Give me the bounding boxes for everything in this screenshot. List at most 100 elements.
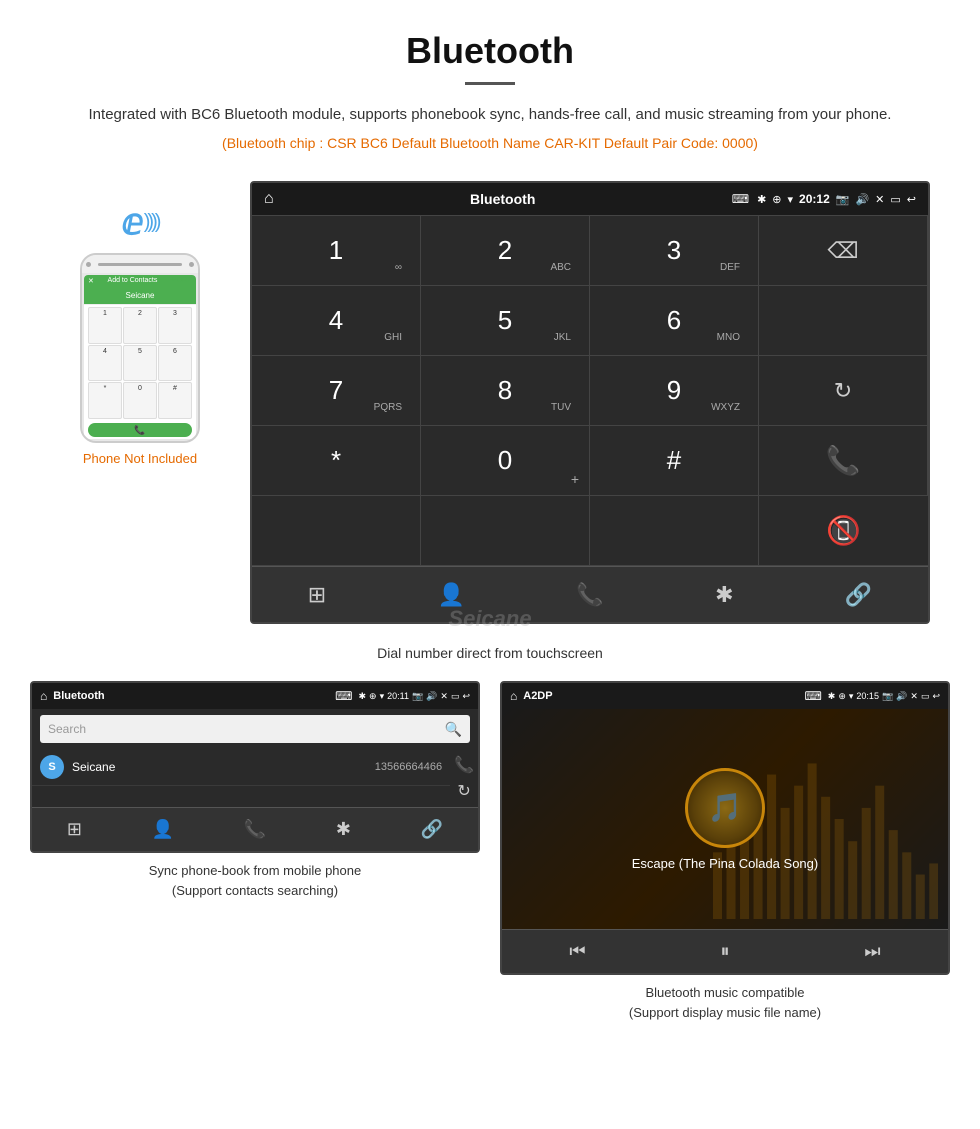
pb-search-bar[interactable]: Search 🔍 (40, 715, 470, 743)
phone-key-3: 3 (158, 307, 192, 344)
nav-phone-icon[interactable]: 📞 (560, 574, 619, 616)
music-content-area: 🎵 Escape (The Pina Colada Song) (502, 709, 948, 929)
pb-usb-icon: ⌨ (335, 689, 352, 703)
pb-nav-link[interactable]: 🔗 (421, 819, 443, 840)
phone-top-bar (82, 255, 198, 273)
phonebook-screen: ⌂ Bluetooth ⌨ ✱ ⊕ ▾ 20:11 📷 🔊 ✕ ▭ ↩ Sear… (30, 681, 480, 853)
phone-header-left: ✕ (88, 277, 94, 285)
dial-refresh-button[interactable]: ↻ (759, 356, 928, 426)
window-icon[interactable]: ▭ (890, 193, 900, 206)
dial-key-6[interactable]: 6MNO (590, 286, 759, 356)
nav-contacts-icon[interactable]: 👤 (422, 574, 481, 616)
status-icons: ✱ ⊕ ▾ 20:12 📷 🔊 ✕ ▭ ↩ (757, 192, 916, 206)
pb-title: Bluetooth (53, 690, 329, 702)
dial-key-star[interactable]: * (252, 426, 421, 496)
dial-empty-3 (421, 496, 590, 566)
pb-search-placeholder: Search (48, 722, 441, 736)
dial-key-3[interactable]: 3DEF (590, 216, 759, 286)
phone-call-button[interactable]: 📞 (88, 423, 192, 437)
nav-link-icon[interactable]: 🔗 (829, 574, 888, 616)
dial-key-8[interactable]: 8TUV (421, 356, 590, 426)
pb-time: 20:11 (387, 691, 409, 701)
phonebook-card: ⌂ Bluetooth ⌨ ✱ ⊕ ▾ 20:11 📷 🔊 ✕ ▭ ↩ Sear… (30, 681, 480, 1022)
pb-bottom-nav: ⊞ 👤 📞 ✱ 🔗 (32, 807, 478, 851)
pb-search-icon[interactable]: 🔍 (445, 721, 462, 738)
nav-bluetooth-icon[interactable]: ✱ (699, 574, 749, 616)
play-pause-button[interactable]: ⏸ (720, 941, 729, 962)
phone-key-4: 4 (88, 345, 122, 382)
wifi-status-icon: ▾ (788, 193, 794, 206)
music-home-icon[interactable]: ⌂ (510, 689, 517, 703)
wifi-waves-icon: )))) (144, 211, 159, 234)
music-bt-icon: ✱ (828, 691, 836, 702)
pb-contact-name: Seicane (72, 760, 367, 774)
music-song-title: Escape (The Pina Colada Song) (632, 856, 818, 871)
pb-refresh-side-icon[interactable]: ↻ (457, 781, 470, 801)
prev-button[interactable]: ⏮ (569, 941, 585, 962)
close-icon[interactable]: ✕ (875, 193, 884, 206)
music-win-icon[interactable]: ▭ (921, 691, 930, 702)
pb-contact-row[interactable]: S Seicane 13566664466 (32, 749, 450, 786)
pb-contacts-list: S Seicane 13566664466 (32, 749, 450, 807)
dial-key-0[interactable]: 0+ (421, 426, 590, 496)
pb-back-icon[interactable]: ↩ (462, 691, 470, 702)
music-title: A2DP (523, 690, 798, 702)
music-back-icon[interactable]: ↩ (932, 691, 940, 702)
phone-speaker (86, 262, 91, 267)
pb-loc-icon: ⊕ (369, 691, 377, 702)
phone-camera-dot (189, 262, 194, 267)
pb-caption: Sync phone-book from mobile phone(Suppor… (149, 861, 361, 900)
bluetooth-icon: ⅇ (122, 201, 142, 243)
pb-win-icon[interactable]: ▭ (451, 691, 460, 702)
bluetooth-status-icon: ✱ (757, 193, 766, 206)
pb-vol-icon: 🔊 (426, 691, 437, 702)
music-loc-icon: ⊕ (838, 691, 846, 702)
car-status-bar: ⌂ Bluetooth ⌨ ✱ ⊕ ▾ 20:12 📷 🔊 ✕ ▭ ↩ (252, 183, 928, 215)
dial-backspace-button[interactable]: ⌫ (759, 216, 928, 286)
music-screen: ⌂ A2DP ⌨ ✱ ⊕ ▾ 20:15 📷 🔊 ✕ ▭ ↩ (500, 681, 950, 975)
pb-call-side-icon[interactable]: 📞 (454, 755, 474, 775)
dial-key-7[interactable]: 7PQRS (252, 356, 421, 426)
title-divider (465, 82, 515, 85)
dial-empty-1 (759, 286, 928, 356)
car-screen-dial: ⌂ Bluetooth ⌨ ✱ ⊕ ▾ 20:12 📷 🔊 ✕ ▭ ↩ 1∞ 2… (250, 181, 930, 624)
page-header: Bluetooth Integrated with BC6 Bluetooth … (0, 0, 980, 181)
pb-nav-grid[interactable]: ⊞ (67, 819, 82, 840)
phone-widget: ⅇ )))) ✕ Add to Contacts MORE Seicane 1 (50, 181, 230, 466)
pb-nav-contacts[interactable]: 👤 (152, 819, 174, 840)
pb-nav-phone[interactable]: 📞 (244, 819, 266, 840)
phone-key-2: 2 (123, 307, 157, 344)
phone-key-8: 0 (123, 382, 157, 419)
location-status-icon: ⊕ (772, 193, 781, 206)
dial-key-1[interactable]: 1∞ (252, 216, 421, 286)
music-status-icons: ✱ ⊕ ▾ 20:15 📷 🔊 ✕ ▭ ↩ (828, 691, 940, 702)
pb-bt-icon: ✱ (358, 691, 366, 702)
phone-speaker-bar (98, 263, 182, 266)
dial-key-9[interactable]: 9WXYZ (590, 356, 759, 426)
phone-header-title: Add to Contacts (108, 277, 158, 285)
pb-close-icon[interactable]: ✕ (440, 691, 448, 702)
music-cam-icon: 📷 (882, 691, 893, 702)
dial-key-5[interactable]: 5JKL (421, 286, 590, 356)
pb-home-icon[interactable]: ⌂ (40, 689, 47, 703)
dial-key-4[interactable]: 4GHI (252, 286, 421, 356)
page-title: Bluetooth (20, 30, 960, 72)
phone-contact-display: Seicane (84, 287, 196, 305)
nav-grid-icon[interactable]: ⊞ (292, 574, 342, 616)
volume-icon: 🔊 (855, 193, 869, 206)
phone-key-9: # (158, 382, 192, 419)
phone-key-1: 1 (88, 307, 122, 344)
next-button[interactable]: ⏭ (864, 941, 880, 962)
pb-nav-bluetooth[interactable]: ✱ (336, 819, 351, 840)
dial-hangup-button[interactable]: 📵 (759, 496, 928, 566)
bottom-section: ⌂ Bluetooth ⌨ ✱ ⊕ ▾ 20:11 📷 🔊 ✕ ▭ ↩ Sear… (0, 681, 980, 1022)
home-icon[interactable]: ⌂ (264, 190, 274, 208)
dial-key-2[interactable]: 2ABC (421, 216, 590, 286)
back-icon[interactable]: ↩ (907, 193, 916, 206)
dial-key-hash[interactable]: # (590, 426, 759, 496)
main-caption: Dial number direct from touchscreen (0, 637, 980, 681)
dial-call-button[interactable]: 📞 (759, 426, 928, 496)
music-usb-icon: ⌨ (804, 689, 821, 703)
phone-image: ✕ Add to Contacts MORE Seicane 1 2 3 4 5… (80, 253, 200, 443)
music-close-icon[interactable]: ✕ (910, 691, 918, 702)
